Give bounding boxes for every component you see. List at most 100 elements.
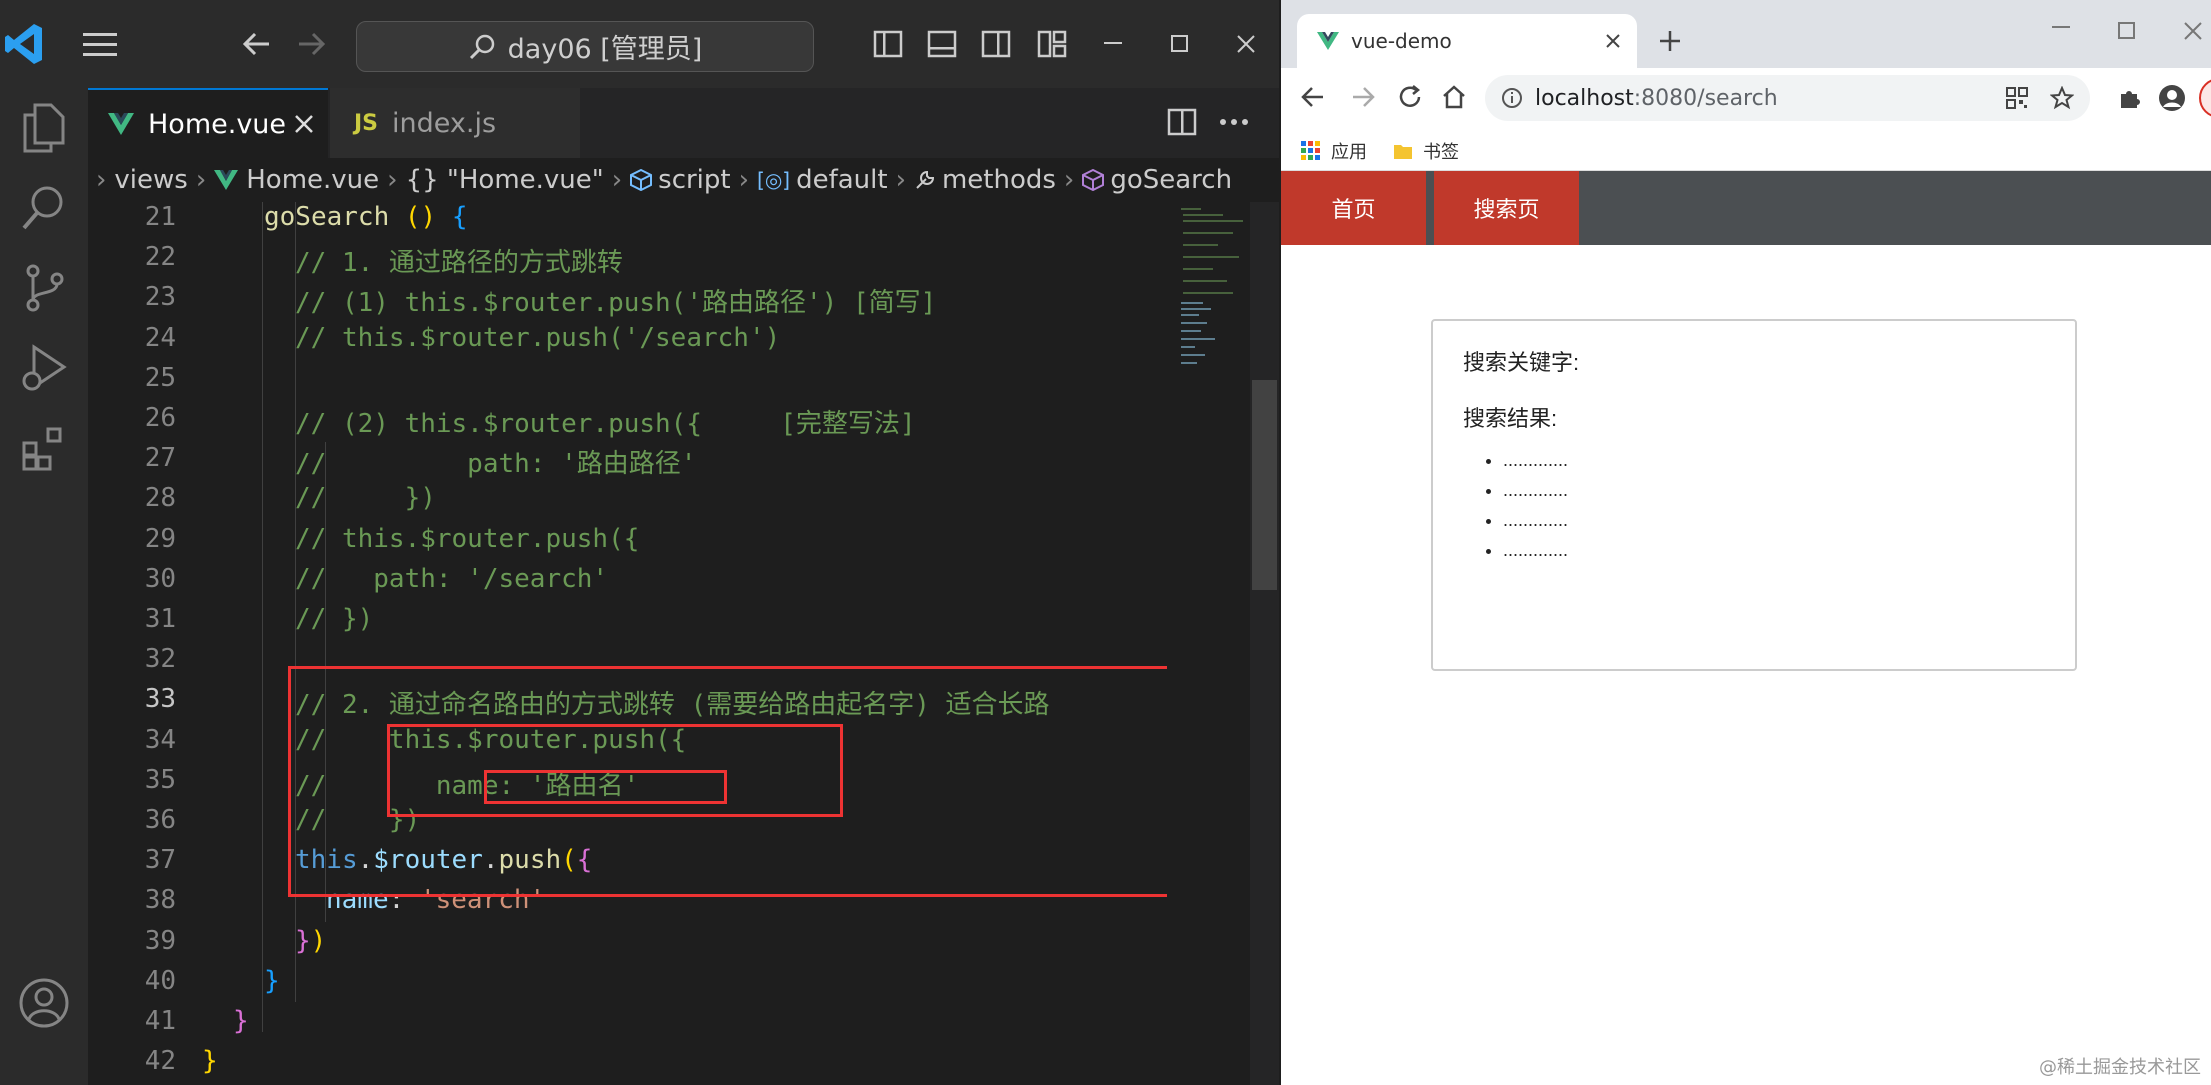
maximize-icon[interactable] — [2118, 22, 2136, 40]
source-control-icon[interactable] — [0, 248, 88, 328]
annotation-box-name-field — [484, 770, 727, 804]
line-number: 22 — [144, 242, 176, 273]
tab-index-js[interactable]: JS index.js — [330, 88, 580, 158]
line-number: 40 — [144, 965, 176, 996]
keyword-label: 搜索关键字: — [1463, 350, 1580, 375]
line-number: 38 — [144, 885, 176, 916]
code-line: } — [202, 1046, 218, 1077]
wrench-icon — [914, 169, 936, 191]
account-icon[interactable] — [0, 963, 88, 1043]
bookmark-apps[interactable]: 应用 — [1301, 138, 1367, 164]
run-debug-icon[interactable] — [0, 328, 88, 408]
customize-layout-icon[interactable] — [1030, 22, 1074, 66]
list-item: ............. — [1503, 535, 2045, 565]
code-line: // (2) this.$router.push({ [完整写法] — [295, 409, 916, 439]
breadcrumb-item-views[interactable]: views — [114, 165, 187, 195]
bookmark-star-icon[interactable] — [2050, 86, 2074, 110]
editor-scrollbar-thumb[interactable] — [1252, 380, 1277, 590]
close-window-icon[interactable] — [2184, 22, 2202, 40]
site-info-icon[interactable] — [1501, 87, 1523, 109]
breadcrumb: › views › Home.vue › {} "Home.vue" › scr… — [88, 158, 1279, 202]
code-line: // (1) this.$router.push('路由路径') [简写] — [295, 288, 937, 319]
minimize-icon[interactable] — [1092, 22, 1136, 66]
toggle-secondary-sidebar-icon[interactable] — [974, 22, 1018, 66]
line-number: 34 — [144, 724, 176, 755]
home-icon[interactable] — [1441, 84, 1467, 110]
back-arrow-icon[interactable] — [234, 22, 278, 66]
line-number: 41 — [144, 1006, 176, 1036]
chrome-window: vue-demo localhost:8080/search 更新 应用 书签 — [1281, 0, 2211, 1085]
vscode-titlebar: day06 [管理员] — [0, 0, 1279, 88]
tab-label: index.js — [392, 107, 497, 139]
line-number: 25 — [144, 362, 176, 393]
breadcrumb-item-default[interactable]: default — [796, 165, 887, 195]
list-item: ............. — [1503, 505, 2045, 535]
address-bar[interactable]: localhost:8080/search — [1485, 75, 2090, 121]
back-arrow-icon[interactable] — [1301, 86, 1325, 108]
breadcrumb-item-methods[interactable]: methods — [942, 165, 1056, 195]
code-line: // path: '路由路径' — [295, 449, 697, 480]
new-tab-icon[interactable] — [1659, 30, 1681, 52]
maximize-icon[interactable] — [1158, 22, 1202, 66]
result-list: ............. ............. ............… — [1463, 445, 2045, 565]
forward-arrow-icon[interactable] — [1351, 86, 1375, 108]
line-number: 26 — [144, 403, 176, 433]
watermark: @稀土掘金技术社区 — [2039, 1057, 2201, 1078]
explorer-icon[interactable] — [0, 88, 88, 168]
vue-icon — [108, 113, 134, 135]
line-number: 39 — [144, 925, 176, 956]
line-number: 37 — [144, 845, 176, 876]
nav-link-search[interactable]: 搜索页 — [1434, 171, 1579, 245]
bookmark-folder[interactable]: 书签 — [1393, 138, 1459, 164]
vscode-logo-icon — [4, 22, 44, 66]
close-tab-icon[interactable] — [294, 114, 314, 134]
breadcrumb-item-module[interactable]: {} "Home.vue" — [406, 165, 604, 195]
line-number: 42 — [144, 1046, 176, 1077]
extensions-icon[interactable] — [0, 408, 88, 488]
web-page: 首页 搜索页 搜索关键字: 搜索结果: ............. ......… — [1281, 171, 2211, 1085]
code-line: // }) — [295, 483, 436, 514]
extensions-puzzle-icon[interactable] — [2118, 86, 2142, 110]
bookmark-label: 应用 — [1331, 142, 1367, 163]
brackets-icon: [◎] — [757, 168, 791, 192]
command-center[interactable]: day06 [管理员] — [356, 21, 814, 72]
chrome-tab-vue-demo[interactable]: vue-demo — [1297, 14, 1637, 68]
bookmarks-bar: 应用 书签 — [1281, 128, 2211, 171]
code-editor[interactable]: 21 goSearch () {22// 1. 通过路径的方式跳转 23// (1)… — [88, 202, 1167, 1085]
line-number: 21 — [144, 202, 176, 232]
list-item: ............. — [1503, 475, 2045, 505]
minimize-icon[interactable] — [2052, 26, 2070, 30]
tab-home-vue[interactable]: Home.vue — [88, 88, 328, 158]
chrome-tab-strip: vue-demo — [1281, 0, 2211, 68]
split-editor-icon[interactable] — [1160, 100, 1204, 144]
more-actions-icon[interactable] — [1212, 100, 1256, 144]
bookmark-label: 书签 — [1423, 142, 1459, 163]
nav-link-home[interactable]: 首页 — [1281, 171, 1426, 245]
editor-scrollbar[interactable] — [1250, 202, 1279, 1085]
search-result-card: 搜索关键字: 搜索结果: ............. .............… — [1431, 319, 2077, 671]
vscode-window: day06 [管理员] Home.vue JS index.js › views… — [0, 0, 1279, 1085]
forward-arrow-icon[interactable] — [290, 22, 334, 66]
nav-label: 搜索页 — [1473, 198, 1540, 223]
code-line: // }) — [295, 604, 374, 634]
reload-icon[interactable] — [1397, 84, 1423, 110]
profile-avatar-icon[interactable] — [2158, 84, 2186, 112]
minimap[interactable] — [1167, 202, 1249, 1085]
line-number: 28 — [144, 483, 176, 514]
breadcrumb-item-gosearch[interactable]: goSearch — [1110, 165, 1232, 195]
command-center-label: day06 [管理员] — [507, 34, 703, 65]
apps-grid-icon — [1301, 141, 1321, 161]
close-tab-icon[interactable] — [1605, 33, 1621, 49]
cube-icon — [630, 169, 653, 191]
vue-icon — [214, 170, 239, 190]
search-icon[interactable] — [0, 168, 88, 248]
toggle-panel-icon[interactable] — [920, 22, 964, 66]
line-number: 35 — [144, 764, 176, 795]
cube-icon — [1082, 169, 1105, 191]
toggle-primary-sidebar-icon[interactable] — [866, 22, 910, 66]
qr-code-icon[interactable] — [2006, 87, 2028, 109]
close-window-icon[interactable] — [1224, 22, 1268, 66]
breadcrumb-item-file[interactable]: Home.vue — [246, 165, 379, 195]
menu-icon[interactable] — [78, 22, 122, 66]
breadcrumb-item-script[interactable]: script — [658, 165, 730, 195]
